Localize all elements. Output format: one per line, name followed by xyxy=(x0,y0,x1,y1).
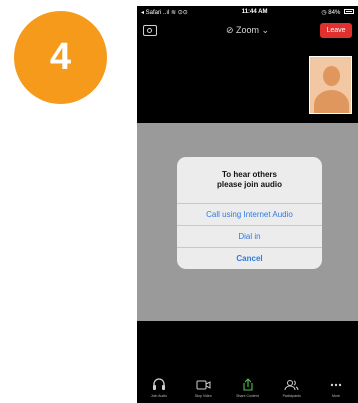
stop-video-button[interactable]: Stop Video xyxy=(184,377,222,403)
join-audio-button[interactable]: Join Audio xyxy=(140,377,178,403)
leave-button[interactable]: Leave xyxy=(320,23,352,38)
more-label: More xyxy=(332,394,340,398)
stop-video-label: Stop Video xyxy=(194,394,212,398)
share-icon xyxy=(242,378,253,391)
status-time: 11:44 AM xyxy=(241,9,268,15)
cancel-button[interactable]: Cancel xyxy=(177,247,322,269)
more-button[interactable]: More xyxy=(317,377,355,403)
video-camera-icon xyxy=(196,380,211,389)
headphones-icon xyxy=(153,378,165,390)
internet-audio-button[interactable]: Call using Internet Audio xyxy=(177,203,322,225)
participants-label: Participants xyxy=(282,394,301,398)
status-bar: ◂ Safari ..ıl ≋ ⊙⊙ 11:44 AM ◷ 84% xyxy=(137,6,358,18)
share-content-button[interactable]: Share Content xyxy=(229,377,267,403)
dialog-title-line1: To hear others xyxy=(222,170,277,179)
join-audio-dialog: To hear others please join audio Call us… xyxy=(177,157,322,269)
share-content-label: Share Content xyxy=(236,394,259,398)
step-number-badge: 4 xyxy=(14,11,107,104)
participants-button[interactable]: Participants xyxy=(273,377,311,403)
join-audio-label: Join Audio xyxy=(150,394,168,398)
status-battery-group: ◷ 84% xyxy=(321,9,354,16)
dial-in-button[interactable]: Dial in xyxy=(177,225,322,247)
avatar-head xyxy=(323,66,340,86)
avatar-body xyxy=(314,90,349,113)
more-icon xyxy=(330,383,342,386)
dialog-title-line2: please join audio xyxy=(217,180,282,189)
participants-icon xyxy=(284,379,299,390)
battery-icon xyxy=(343,9,354,15)
step-number: 4 xyxy=(49,36,72,78)
meeting-top-bar: ⊘ Zoom ⌄ Leave xyxy=(137,19,358,43)
status-battery-text: ◷ 84% xyxy=(321,9,341,16)
self-video-thumbnail[interactable] xyxy=(309,56,352,114)
phone-screen: ◂ Safari ..ıl ≋ ⊙⊙ 11:44 AM ◷ 84% ⊘ Zoom… xyxy=(137,6,358,403)
meeting-toolbar: Join Audio Stop Video Share Content Part… xyxy=(137,377,358,403)
status-carrier: ◂ Safari ..ıl ≋ ⊙⊙ xyxy=(141,9,188,16)
dialog-title: To hear others please join audio xyxy=(177,157,322,203)
